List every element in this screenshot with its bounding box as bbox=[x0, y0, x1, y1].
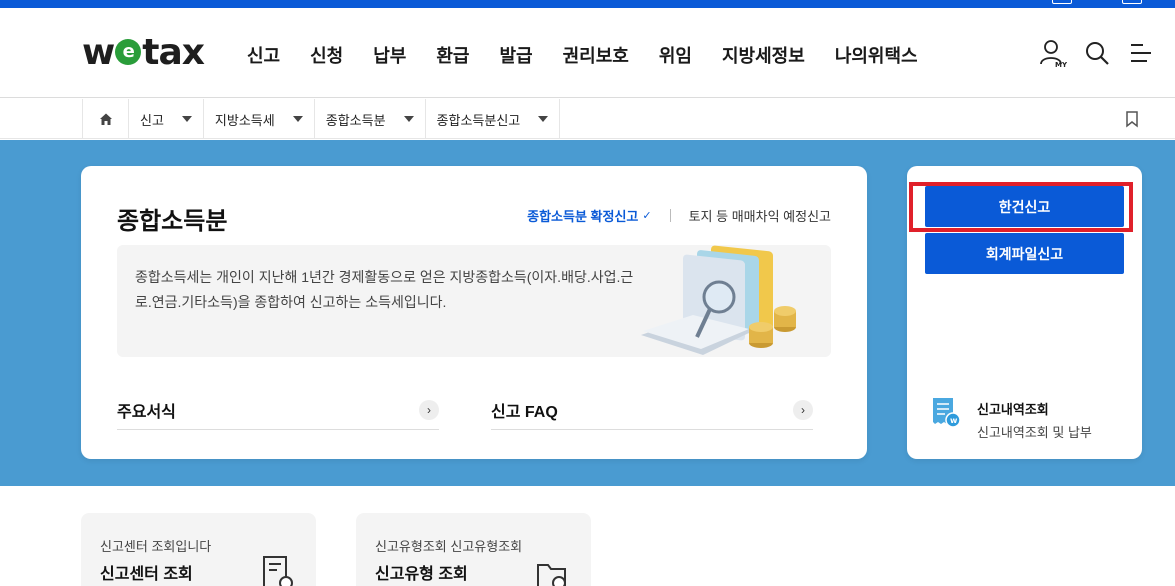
gnb-menu-issue[interactable]: 발급 bbox=[485, 36, 548, 74]
top-strip-box bbox=[1052, 0, 1072, 4]
report-type-tabs: 종합소득분 확정신고 ✓ 토지 등 매매차익 예정신고 bbox=[527, 206, 831, 225]
report-type-card[interactable]: 신고유형조회 신고유형조회 신고유형 조회 bbox=[356, 513, 591, 586]
gnb-menu-pay[interactable]: 납부 bbox=[358, 36, 421, 74]
header-icons: MY bbox=[1023, 38, 1155, 68]
logo-e-mark: e bbox=[115, 39, 142, 65]
side-card: 한건신고 회계파일신고 w 신고내역조회 신고내역조회 및 납부 bbox=[907, 166, 1142, 459]
my-user-icon[interactable]: MY bbox=[1039, 38, 1067, 68]
gnb-menu-delegate[interactable]: 위임 bbox=[644, 36, 707, 74]
report-history-subtitle: 신고내역조회 및 납부 bbox=[977, 425, 1092, 440]
main-card: 종합소득분 종합소득분 확정신고 ✓ 토지 등 매매차익 예정신고 종합소득세는… bbox=[81, 166, 867, 459]
report-history-title: 신고내역조회 bbox=[977, 402, 1049, 417]
global-nav: 신고 신청 납부 환급 발급 권리보호 위임 지방세정보 나의위택스 bbox=[232, 36, 933, 74]
breadcrumb-item-local-income-tax[interactable]: 지방소득세 bbox=[204, 99, 315, 139]
receipt-icon: w bbox=[933, 398, 961, 428]
breadcrumb-label: 종합소득분 bbox=[325, 112, 386, 128]
description-text: 종합소득세는 개인이 지난해 1년간 경제활동으로 얻은 지방종합소득(이자.배… bbox=[135, 269, 634, 310]
breadcrumb-label: 지방소득세 bbox=[214, 112, 275, 128]
breadcrumb-bar: 신고 지방소득세 종합소득분 종합소득분신고 bbox=[0, 99, 1175, 139]
document-search-icon bbox=[263, 556, 293, 586]
breadcrumb-item-report[interactable]: 신고 bbox=[129, 99, 204, 139]
breadcrumb-item-comprehensive-income-report[interactable]: 종합소득분신고 bbox=[426, 99, 561, 139]
logo-text-post: tax bbox=[142, 31, 205, 73]
caret-down-icon bbox=[292, 116, 303, 122]
card-subtitle: 신고센터 조회입니다 bbox=[100, 539, 212, 554]
card-title: 신고유형 조회 bbox=[375, 566, 468, 583]
accounting-file-report-button[interactable]: 회계파일신고 bbox=[925, 233, 1124, 274]
page-title: 종합소득분 bbox=[117, 208, 228, 235]
caret-down-icon bbox=[538, 116, 549, 122]
tab-land-sale-preliminary[interactable]: 토지 등 매매차익 예정신고 bbox=[689, 206, 831, 225]
breadcrumb-item-comprehensive-income[interactable]: 종합소득분 bbox=[315, 99, 426, 139]
quick-links: 주요서식 › 신고 FAQ › bbox=[117, 394, 813, 430]
tab-final-report-label: 종합소득분 확정신고 bbox=[527, 209, 639, 224]
menu-icon[interactable] bbox=[1127, 38, 1155, 68]
breadcrumb: 신고 지방소득세 종합소득분 종합소득분신고 bbox=[82, 99, 561, 139]
report-history-text: 신고내역조회 신고내역조회 및 납부 bbox=[977, 396, 1092, 441]
gnb-menu-rights[interactable]: 권리보호 bbox=[548, 36, 644, 74]
chevron-right-icon: › bbox=[419, 399, 439, 420]
link-report-faq-label: 신고 FAQ bbox=[491, 403, 558, 421]
gnb-menu-refund[interactable]: 환급 bbox=[421, 36, 484, 74]
link-major-forms[interactable]: 주요서식 › bbox=[117, 394, 439, 430]
logo-text-pre: w bbox=[82, 31, 115, 73]
svg-text:w: w bbox=[950, 416, 958, 425]
wetax-logo[interactable]: w e tax bbox=[82, 31, 205, 73]
gnb-menu-local-tax-info[interactable]: 지방세정보 bbox=[707, 36, 820, 74]
single-report-button[interactable]: 한건신고 bbox=[925, 186, 1124, 227]
folder-search-icon bbox=[537, 564, 566, 586]
description-box: 종합소득세는 개인이 지난해 1년간 경제활동으로 얻은 지방종합소득(이자.배… bbox=[117, 245, 831, 357]
card-subtitle: 신고유형조회 신고유형조회 bbox=[375, 539, 523, 554]
document-magnifier-illustration bbox=[641, 245, 796, 355]
top-strip-box bbox=[1122, 0, 1142, 4]
tab-final-report[interactable]: 종합소득분 확정신고 ✓ bbox=[527, 206, 651, 225]
svg-text:MY: MY bbox=[1055, 61, 1067, 68]
link-report-faq[interactable]: 신고 FAQ › bbox=[491, 394, 813, 430]
top-strip bbox=[0, 0, 1175, 8]
gnb-menu-apply[interactable]: 신청 bbox=[295, 36, 358, 74]
search-icon[interactable] bbox=[1083, 38, 1111, 68]
report-history-link[interactable]: w 신고내역조회 신고내역조회 및 납부 bbox=[931, 396, 1092, 441]
card-title: 신고센터 조회 bbox=[100, 566, 193, 583]
tab-divider bbox=[669, 209, 671, 222]
home-icon bbox=[99, 113, 112, 125]
caret-down-icon bbox=[403, 116, 414, 122]
gnb-menu-report[interactable]: 신고 bbox=[232, 36, 295, 74]
breadcrumb-label: 신고 bbox=[140, 112, 164, 128]
caret-down-icon bbox=[181, 116, 192, 122]
breadcrumb-label: 종합소득분신고 bbox=[436, 112, 521, 128]
breadcrumb-home[interactable] bbox=[83, 99, 129, 139]
gnb-menu-my-wetax[interactable]: 나의위택스 bbox=[820, 36, 933, 74]
link-major-forms-label: 주요서식 bbox=[117, 403, 176, 421]
report-center-card[interactable]: 신고센터 조회입니다 신고센터 조회 bbox=[81, 513, 316, 586]
bookmark-icon[interactable] bbox=[1125, 111, 1139, 128]
chevron-right-icon: › bbox=[793, 399, 813, 420]
header: w e tax 신고 신청 납부 환급 발급 권리보호 위임 지방세정보 나의위택스… bbox=[0, 8, 1175, 98]
check-icon: ✓ bbox=[642, 210, 652, 222]
